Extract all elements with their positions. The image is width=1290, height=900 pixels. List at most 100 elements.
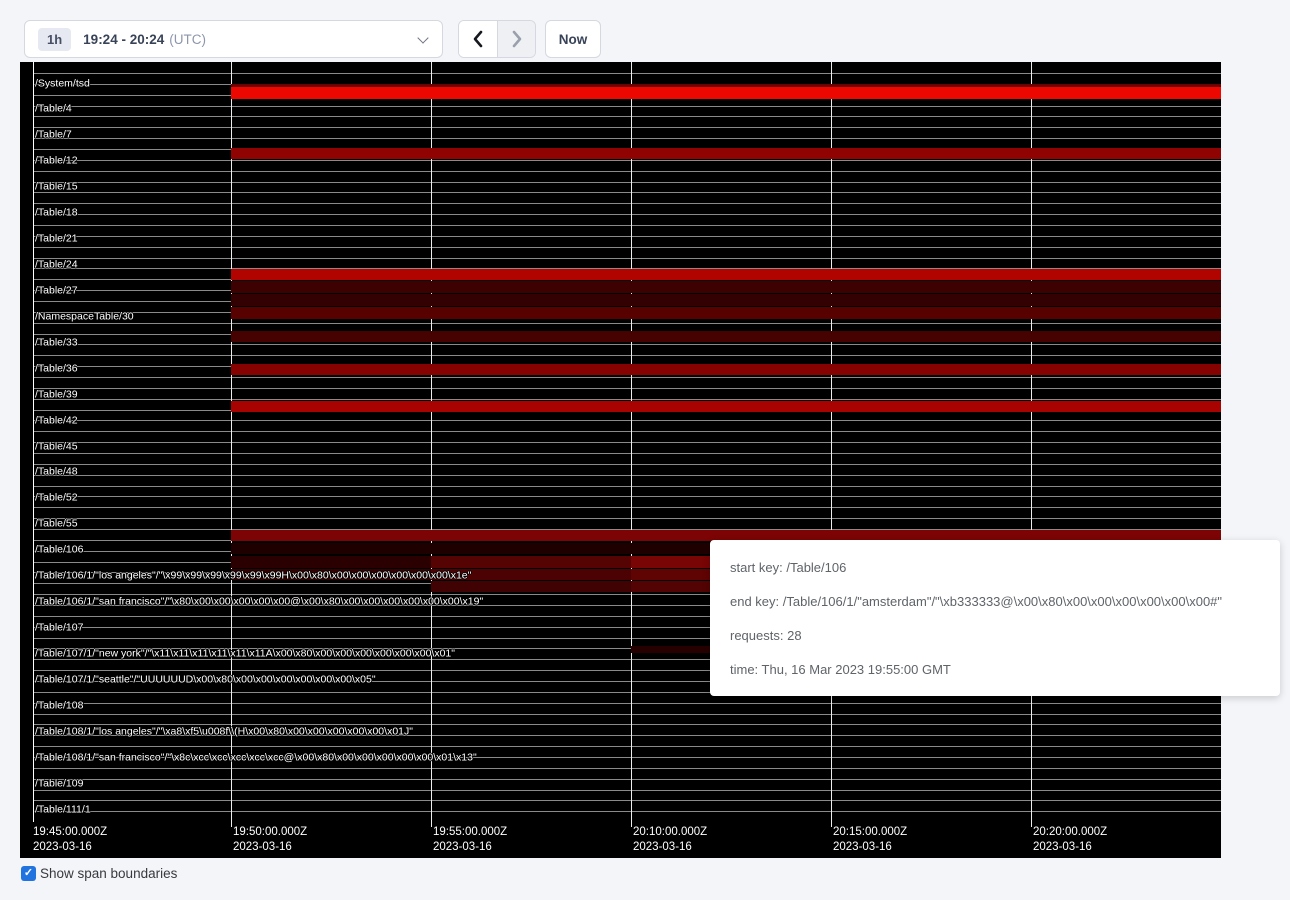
tooltip-end-key: end key: /Table/106/1/"amsterdam"/"\xb33… <box>730 585 1260 619</box>
chevron-down-icon <box>418 32 428 42</box>
span-boundary-line <box>33 247 1221 248</box>
row-label: /Table/107/1/"seattle"/"UUUUUUD\x00\x80\… <box>35 674 376 685</box>
time-bucket-line <box>631 62 632 827</box>
row-label: /Table/111/1 <box>35 804 91 815</box>
time-bucket-line <box>231 62 232 827</box>
span-boundary-line <box>33 714 1221 715</box>
span-boundary-line <box>33 790 1221 791</box>
now-button[interactable]: Now <box>545 20 601 58</box>
chevron-left-icon <box>471 30 485 48</box>
row-label: /Table/108/1/"los angeles"/"\xa8\xf5\u00… <box>35 726 413 737</box>
axis-date: 2023-03-16 <box>33 840 107 855</box>
span-boundary-line <box>33 399 1221 400</box>
axis-time: 20:10:00.000Z <box>633 825 707 840</box>
row-label: /Table/108/1/"san francisco"/"\x8c\xcc\x… <box>35 752 477 763</box>
span-boundary-line <box>33 258 1221 259</box>
time-bucket-line <box>431 62 432 827</box>
time-range-label: 19:24 - 20:24 <box>83 32 164 47</box>
span-boundary-line <box>33 464 1221 465</box>
span-boundary-line <box>33 377 1221 378</box>
heatmap-band <box>431 581 631 592</box>
row-label: /Table/108 <box>35 700 83 711</box>
axis-date: 2023-03-16 <box>1033 840 1107 855</box>
x-axis-label: 19:55:00.000Z2023-03-16 <box>433 825 507 855</box>
row-label: /Table/27 <box>35 285 78 296</box>
span-boundary-line <box>33 160 1221 161</box>
axis-date: 2023-03-16 <box>833 840 907 855</box>
axis-time: 19:55:00.000Z <box>433 825 507 840</box>
prev-interval-button[interactable] <box>459 21 497 57</box>
row-label: /Table/39 <box>35 389 78 400</box>
row-label: /Table/42 <box>35 415 78 426</box>
row-label: /Table/106/1/"los angeles"/"\x99\x99\x99… <box>35 571 471 582</box>
span-boundary-line <box>33 453 1221 454</box>
span-boundary-line <box>33 127 1221 128</box>
show-span-boundaries-checkbox[interactable]: ✓ <box>21 866 36 881</box>
span-boundary-line <box>33 800 1221 801</box>
tooltip-start-key: start key: /Table/106 <box>730 551 1260 585</box>
span-boundary-line <box>33 431 1221 432</box>
span-tooltip: start key: /Table/106 end key: /Table/10… <box>710 540 1280 696</box>
x-axis-label: 20:10:00.000Z2023-03-16 <box>633 825 707 855</box>
row-label: /NamespaceTable/30 <box>35 311 134 322</box>
heatmap-band <box>231 556 431 568</box>
span-boundary-line <box>33 486 1221 487</box>
row-label: /Table/36 <box>35 363 78 374</box>
span-boundary-line <box>33 475 1221 476</box>
show-span-boundaries-label: Show span boundaries <box>40 866 177 881</box>
heatmap-band <box>431 556 631 568</box>
key-visualizer-heatmap[interactable]: /System/tsd/Table/4/Table/7/Table/12/Tab… <box>20 62 1221 858</box>
span-boundary-line <box>33 116 1221 117</box>
span-boundary-line <box>33 420 1221 421</box>
span-boundary-line <box>33 192 1221 193</box>
axis-time: 20:20:00.000Z <box>1033 825 1107 840</box>
axis-date: 2023-03-16 <box>233 840 307 855</box>
duration-badge: 1h <box>38 28 71 51</box>
span-boundary-line <box>33 106 1221 107</box>
span-boundary-line <box>33 355 1221 356</box>
span-boundary-line <box>33 746 1221 747</box>
row-label: /Table/7 <box>35 130 72 141</box>
next-interval-button[interactable] <box>497 21 535 57</box>
span-boundary-line <box>33 73 1221 74</box>
row-label: /System/tsd <box>35 78 90 89</box>
heatmap-band <box>231 307 1221 319</box>
time-range-select[interactable]: 1h 19:24 - 20:24 (UTC) <box>24 20 443 58</box>
span-boundary-line <box>33 225 1221 226</box>
heatmap-band <box>231 87 1221 99</box>
span-boundary-line <box>33 507 1221 508</box>
row-label: /Table/106 <box>35 545 83 556</box>
span-boundary-line <box>33 768 1221 769</box>
time-bucket-line <box>1031 62 1032 827</box>
row-label: /Table/106/1/"san francisco"/"\x80\x00\x… <box>35 597 483 608</box>
row-label: /Table/21 <box>35 234 78 245</box>
axis-time: 19:45:00.000Z <box>33 825 107 840</box>
toolbar: 1h 19:24 - 20:24 (UTC) Now <box>0 0 1290 62</box>
heatmap-band <box>231 331 1221 342</box>
span-boundary-line <box>33 344 1221 345</box>
chevron-right-icon <box>510 30 524 48</box>
span-boundary-line <box>33 214 1221 215</box>
utc-suffix: (UTC) <box>169 32 206 47</box>
row-label: /Table/109 <box>35 778 83 789</box>
axis-date: 2023-03-16 <box>433 840 507 855</box>
heatmap-band <box>231 148 1221 159</box>
row-label: /Table/107/1/"new york"/"\x11\x11\x11\x1… <box>35 648 455 659</box>
span-boundary-line <box>33 323 1221 324</box>
span-boundary-line <box>33 779 1221 780</box>
x-axis-label: 19:50:00.000Z2023-03-16 <box>233 825 307 855</box>
heatmap-band <box>231 364 1221 375</box>
span-boundary-line <box>33 171 1221 172</box>
row-label: /Table/18 <box>35 208 78 219</box>
x-axis-label: 19:45:00.000Z2023-03-16 <box>33 825 107 855</box>
plot-left-edge-line <box>33 62 34 822</box>
span-boundary-line <box>33 703 1221 704</box>
axis-time: 19:50:00.000Z <box>233 825 307 840</box>
row-label: /Table/52 <box>35 493 78 504</box>
heatmap-band <box>231 401 1221 412</box>
row-label: /Table/12 <box>35 156 78 167</box>
tooltip-requests: requests: 28 <box>730 619 1260 653</box>
footer-controls: ✓ Show span boundaries <box>21 866 177 881</box>
row-label: /Table/33 <box>35 337 78 348</box>
heatmap-band <box>231 294 1221 306</box>
